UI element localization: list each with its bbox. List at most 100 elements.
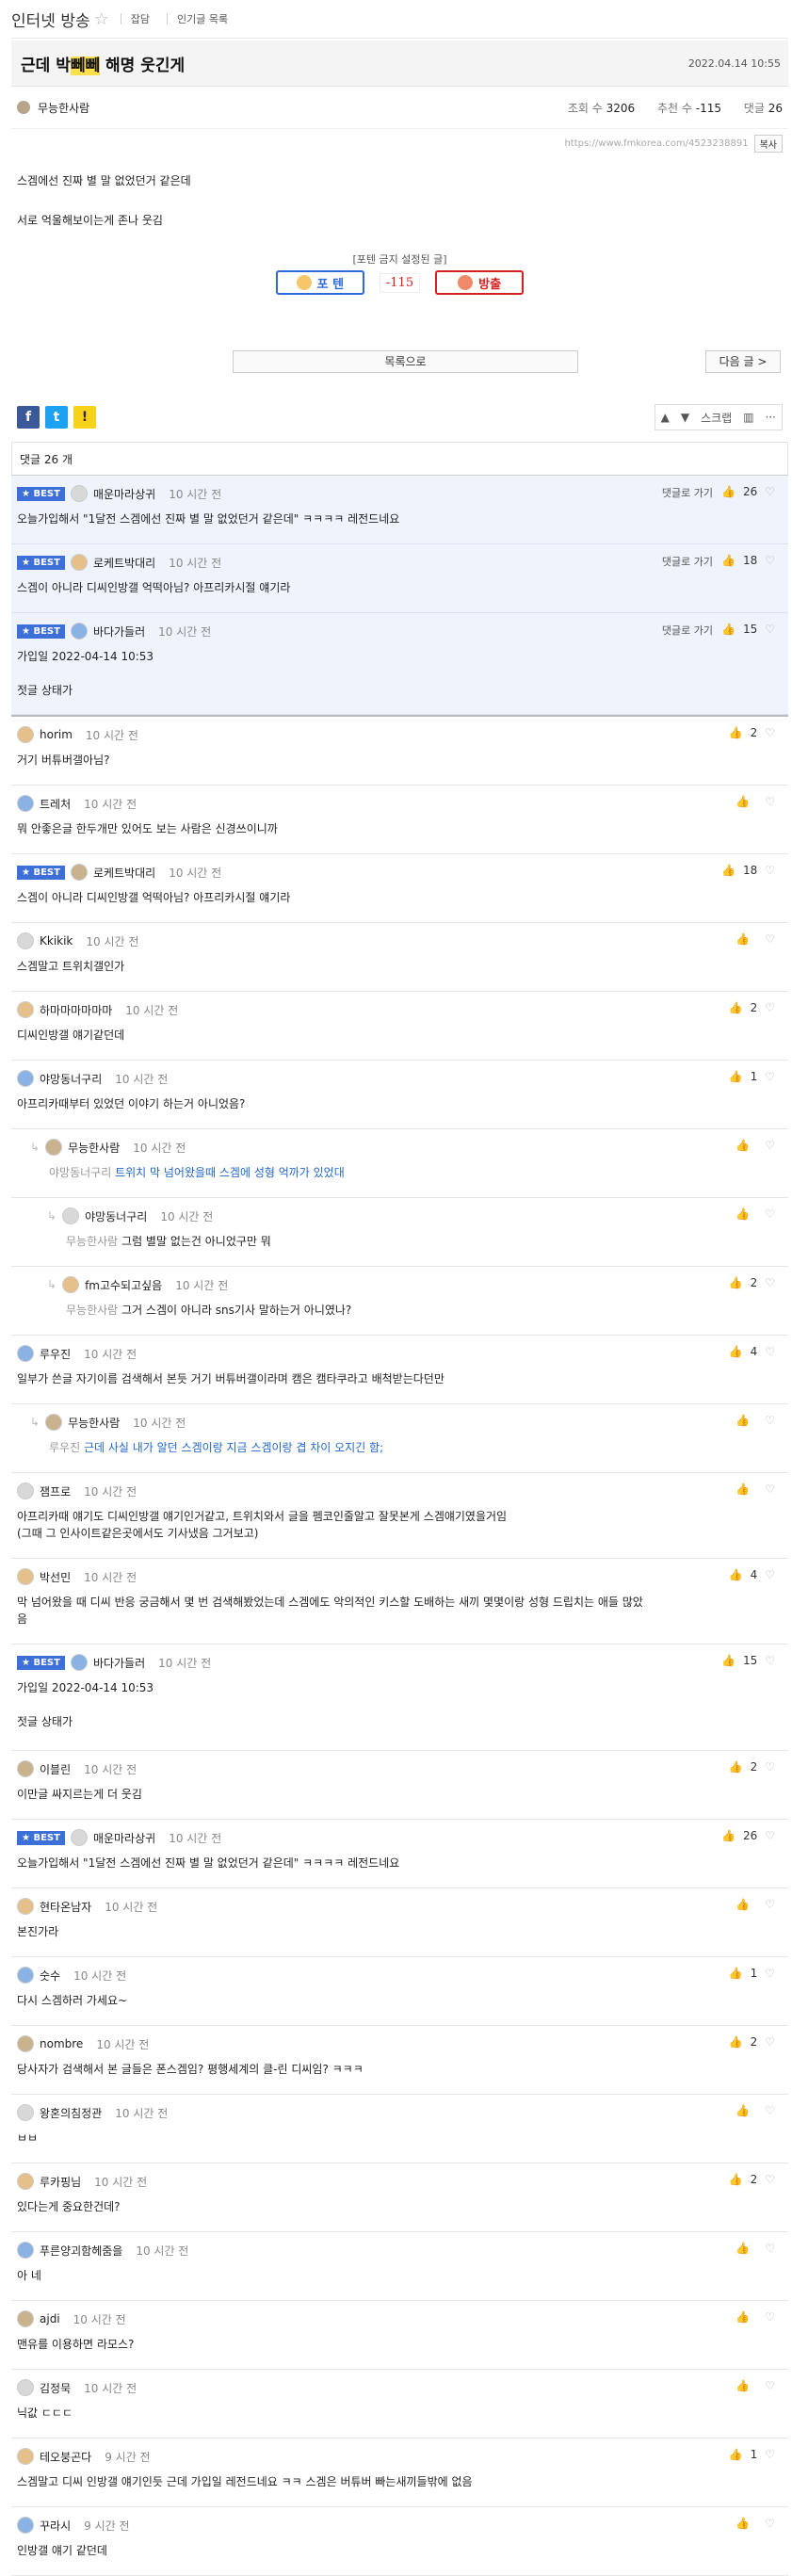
- thumbs-up-icon[interactable]: 👍: [729, 1070, 743, 1083]
- board-link-popular[interactable]: 인기글 목록: [177, 11, 228, 26]
- goto-comment-link[interactable]: 댓글로 가기: [662, 485, 713, 500]
- comment-author[interactable]: 푸른양괴함헤줌을: [40, 2243, 122, 2259]
- next-post-button[interactable]: 다음 글 >: [705, 350, 781, 373]
- avatar[interactable]: [17, 1482, 34, 1499]
- thumbs-down-icon[interactable]: ♡: [765, 2517, 775, 2530]
- thumbs-up-icon[interactable]: 👍: [729, 1345, 743, 1358]
- avatar[interactable]: [17, 2310, 34, 2327]
- thumbs-down-icon[interactable]: ♡: [765, 2242, 775, 2255]
- thumbs-up-icon[interactable]: 👍: [721, 1829, 735, 1842]
- post-author[interactable]: 무능한사람: [17, 100, 89, 116]
- thumbs-up-icon[interactable]: 👍: [729, 1276, 743, 1289]
- comment-author[interactable]: 트레처: [40, 796, 71, 812]
- thumbs-up-icon[interactable]: 👍: [729, 1967, 743, 1980]
- avatar[interactable]: [17, 1760, 34, 1777]
- thumbs-up-icon[interactable]: 👍: [729, 726, 743, 739]
- avatar[interactable]: [17, 1967, 34, 1984]
- thumbs-up-icon[interactable]: 👍: [721, 623, 735, 636]
- twitter-icon[interactable]: t: [45, 406, 68, 429]
- comment-author[interactable]: fm고수되고싶음: [85, 1277, 162, 1293]
- facebook-icon[interactable]: f: [17, 406, 40, 429]
- avatar[interactable]: [70, 1654, 88, 1671]
- comment-author[interactable]: 무능한사람: [68, 1140, 120, 1156]
- comment-author[interactable]: 하마마마마마마: [40, 1002, 112, 1018]
- goto-comment-link[interactable]: 댓글로 가기: [662, 554, 713, 569]
- thumbs-down-icon[interactable]: ♡: [765, 2173, 775, 2186]
- thumbs-down-icon[interactable]: ♡: [765, 1482, 775, 1496]
- avatar[interactable]: [62, 1207, 80, 1224]
- thumbs-up-icon[interactable]: 👍: [729, 2173, 743, 2186]
- comment-author[interactable]: 루카핑님: [40, 2174, 81, 2190]
- avatar[interactable]: [17, 1568, 34, 1585]
- comment-author[interactable]: 김정묵: [40, 2380, 71, 2396]
- thumbs-up-icon[interactable]: 👍: [735, 1139, 750, 1152]
- avatar[interactable]: [17, 1345, 34, 1362]
- comment-author[interactable]: ajdi: [40, 2312, 60, 2325]
- thumbs-down-icon[interactable]: ♡: [765, 726, 775, 739]
- comment-author[interactable]: 꾸라시: [40, 2518, 71, 2534]
- thumbs-down-icon[interactable]: ♡: [765, 2104, 775, 2117]
- avatar[interactable]: [17, 2242, 34, 2259]
- comment-author[interactable]: 바다가들러: [93, 1655, 145, 1671]
- thumbs-down-icon[interactable]: ♡: [765, 623, 775, 636]
- avatar[interactable]: [17, 795, 34, 812]
- avatar[interactable]: [17, 2035, 34, 2052]
- thumbs-up-icon[interactable]: 👍: [729, 1568, 743, 1581]
- thumbs-down-icon[interactable]: ♡: [765, 1967, 775, 1980]
- comment-author[interactable]: 무능한사람: [68, 1415, 120, 1431]
- reply-target[interactable]: 무능한사람: [66, 1304, 118, 1317]
- thumbs-up-icon[interactable]: 👍: [735, 795, 750, 808]
- avatar[interactable]: [70, 864, 88, 881]
- thumbs-down-icon[interactable]: ♡: [765, 1898, 775, 1911]
- avatar[interactable]: [17, 1898, 34, 1915]
- comment-author[interactable]: 잼프로: [40, 1483, 71, 1499]
- goto-comment-link[interactable]: 댓글로 가기: [662, 623, 713, 638]
- thumbs-down-icon[interactable]: ♡: [765, 1345, 775, 1358]
- comment-author[interactable]: 로케트박대리: [93, 865, 155, 881]
- board-link-chat[interactable]: 잡담: [131, 11, 150, 26]
- thumbs-down-icon[interactable]: ♡: [765, 1276, 775, 1289]
- thumbs-down-icon[interactable]: ♡: [765, 1829, 775, 1842]
- thumbs-up-icon[interactable]: 👍: [735, 1482, 750, 1496]
- comment-author[interactable]: 로케트박대리: [93, 555, 155, 571]
- avatar[interactable]: [17, 1070, 34, 1087]
- downvote-button[interactable]: 방출: [435, 270, 525, 295]
- thumbs-down-icon[interactable]: ♡: [765, 932, 775, 946]
- thumbs-down-icon[interactable]: ♡: [765, 2035, 775, 2049]
- avatar[interactable]: [17, 2379, 34, 2396]
- avatar[interactable]: [70, 485, 88, 502]
- favorite-star-icon[interactable]: ☆: [94, 9, 109, 29]
- avatar[interactable]: [17, 2104, 34, 2121]
- thumbs-down-icon[interactable]: ♡: [765, 864, 775, 877]
- avatar[interactable]: [45, 1414, 63, 1431]
- comment-author[interactable]: 이블린: [40, 1761, 71, 1777]
- thumbs-down-icon[interactable]: ♡: [765, 1654, 775, 1667]
- more-icon[interactable]: ···: [766, 411, 776, 424]
- thumbs-up-icon[interactable]: 👍: [721, 485, 735, 498]
- thumbs-up-icon[interactable]: 👍: [735, 2517, 750, 2530]
- comment-author[interactable]: 박선민: [40, 1569, 71, 1585]
- scroll-up-icon[interactable]: ▲: [661, 411, 670, 424]
- avatar[interactable]: [17, 1001, 34, 1018]
- board-title[interactable]: 인터넷 방송: [11, 8, 90, 31]
- thumbs-down-icon[interactable]: ♡: [765, 1070, 775, 1083]
- thumbs-up-icon[interactable]: 👍: [735, 2310, 750, 2324]
- thumbs-down-icon[interactable]: ♡: [765, 795, 775, 808]
- thumbs-down-icon[interactable]: ♡: [765, 1207, 775, 1221]
- scrap-button[interactable]: 스크랩: [701, 410, 732, 426]
- reply-target[interactable]: 무능한사람: [66, 1235, 118, 1248]
- thumbs-up-icon[interactable]: 👍: [729, 2448, 743, 2461]
- thumbs-up-icon[interactable]: 👍: [729, 2035, 743, 2049]
- comment-author[interactable]: 매운마라상귀: [93, 1830, 155, 1846]
- scroll-down-icon[interactable]: ▼: [681, 411, 689, 424]
- comment-author[interactable]: 야망동너구리: [40, 1071, 102, 1087]
- thumbs-down-icon[interactable]: ♡: [765, 1139, 775, 1152]
- comment-author[interactable]: 숫수: [40, 1968, 60, 1984]
- thumbs-up-icon[interactable]: 👍: [721, 554, 735, 567]
- thumbs-down-icon[interactable]: ♡: [765, 2379, 775, 2392]
- comment-author[interactable]: nombre: [40, 2037, 83, 2050]
- upvote-button[interactable]: 포 텐: [275, 270, 364, 295]
- avatar[interactable]: [62, 1276, 80, 1293]
- comment-author[interactable]: 매운마라상귀: [93, 486, 155, 502]
- avatar[interactable]: [17, 2173, 34, 2190]
